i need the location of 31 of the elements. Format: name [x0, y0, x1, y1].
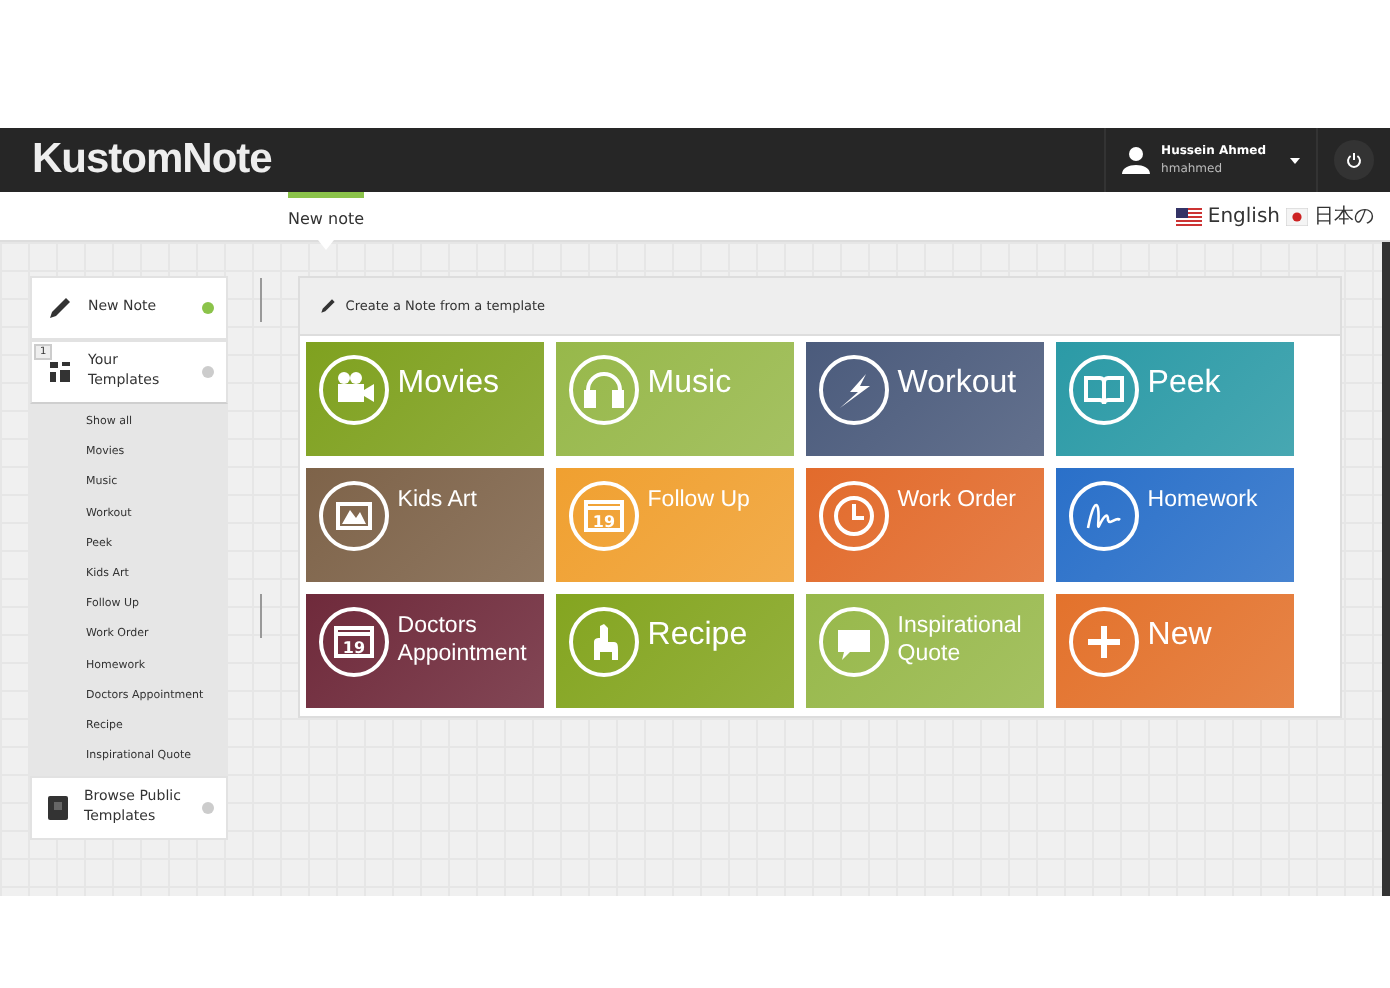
clock-icon	[817, 480, 890, 552]
calendar-icon: 19	[567, 480, 640, 552]
caret-icon[interactable]	[1290, 157, 1300, 163]
template-tile[interactable]: Homework	[1055, 468, 1294, 582]
logo: KustomNote	[32, 136, 274, 184]
collapse-icon[interactable]	[202, 366, 215, 378]
flag-icon	[1286, 207, 1308, 225]
template-tile[interactable]: Kids Art	[305, 468, 544, 582]
language-link[interactable]: 日本の	[1314, 202, 1374, 230]
book-icon	[1067, 354, 1140, 426]
power-icon	[1346, 152, 1362, 168]
plus-icon	[1067, 606, 1140, 678]
book-icon	[48, 796, 68, 821]
camera-icon	[317, 354, 390, 426]
flag-icon	[1175, 207, 1202, 225]
template-tile[interactable]: Workout	[805, 342, 1044, 456]
collapse-icon[interactable]	[202, 802, 215, 815]
add-icon[interactable]	[202, 302, 215, 314]
bolt-icon	[817, 354, 890, 426]
headphones-icon	[567, 354, 640, 426]
power-button[interactable]	[1334, 140, 1374, 180]
templates-icon	[48, 360, 72, 384]
calendar-icon: 19	[317, 606, 390, 678]
template-tile[interactable]: 19 Doctors Appointment	[305, 594, 544, 708]
speech-icon	[817, 606, 890, 678]
pencil-icon	[48, 296, 72, 320]
pencil-icon	[319, 298, 336, 314]
language-link[interactable]: English	[1207, 205, 1280, 227]
user-icon	[1121, 146, 1150, 174]
image-icon	[317, 480, 390, 552]
script-icon	[1067, 480, 1140, 552]
